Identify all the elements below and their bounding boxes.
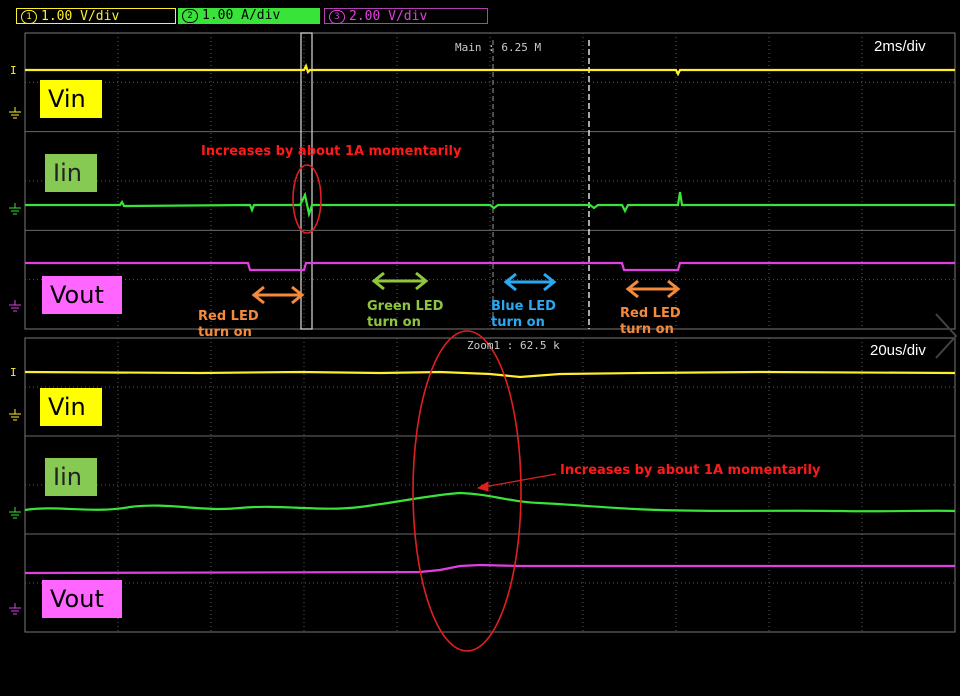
zoom-sample-label: Zoom1 : 62.5 k bbox=[467, 339, 560, 352]
channel-2-number: 2 bbox=[182, 9, 198, 23]
red-led-1-line-1: Red LED bbox=[198, 309, 259, 324]
main-timebase: 2ms/div bbox=[874, 38, 926, 55]
zoom-vin-trace bbox=[24, 370, 956, 379]
main-iin-label: Iin bbox=[45, 154, 97, 192]
zoom-vin-label: Vin bbox=[40, 388, 102, 426]
red-led-2-annotation: Red LED turn on bbox=[620, 306, 681, 338]
blue-led-line-2: turn on bbox=[491, 315, 545, 330]
green-led-annotation: Green LED turn on bbox=[367, 299, 443, 331]
spike-annotation-zoom: Increases by about 1A momentarily bbox=[560, 463, 821, 478]
channel-2-scale-text: 1.00 A/div bbox=[202, 8, 281, 23]
chevron-right-icon[interactable] bbox=[935, 313, 958, 359]
spike-highlight-zoom bbox=[412, 330, 522, 652]
main-sample-label: Main : 6.25 M bbox=[455, 41, 542, 54]
zoom-iin-label: Iin bbox=[45, 458, 97, 496]
red-led-1-annotation: Red LED turn on bbox=[198, 309, 259, 341]
zoom-vout-label: Vout bbox=[42, 580, 122, 618]
main-vout-label: Vout bbox=[42, 276, 122, 314]
spike-annotation-main: Increases by about 1A momentarily bbox=[201, 144, 462, 159]
svg-text:I: I bbox=[10, 366, 17, 379]
blue-led-line-1: Blue LED bbox=[491, 299, 556, 314]
svg-text:I: I bbox=[10, 64, 17, 77]
green-led-arrow bbox=[371, 271, 429, 291]
channel-1-number: 1 bbox=[21, 10, 37, 24]
oscilloscope-screen: I I 1 1.00 V/div 2 1.00 A/div 3 2.00 V/d… bbox=[0, 0, 960, 696]
channel-2-scale[interactable]: 2 1.00 A/div bbox=[178, 8, 320, 24]
blue-led-arrow bbox=[503, 272, 557, 292]
main-iin-trace bbox=[25, 191, 955, 219]
red-led-2-line-1: Red LED bbox=[620, 306, 681, 321]
channel-3-scale[interactable]: 3 2.00 V/div bbox=[324, 8, 488, 24]
red-led-2-line-2: turn on bbox=[620, 322, 674, 337]
channel-1-scale[interactable]: 1 1.00 V/div bbox=[16, 8, 176, 24]
channel-1-scale-text: 1.00 V/div bbox=[41, 9, 120, 24]
red-led-arrow-2 bbox=[625, 279, 681, 299]
zoom-vout-trace bbox=[24, 563, 955, 575]
blue-led-annotation: Blue LED turn on bbox=[491, 299, 556, 331]
ground-markers: I I bbox=[9, 64, 21, 615]
green-led-line-1: Green LED bbox=[367, 299, 444, 314]
zoom-timebase: 20us/div bbox=[870, 342, 926, 359]
red-led-1-line-2: turn on bbox=[198, 325, 252, 340]
red-led-arrow-1 bbox=[251, 285, 305, 305]
zoom-window-marker[interactable] bbox=[300, 32, 313, 330]
channel-3-number: 3 bbox=[329, 10, 345, 24]
main-vin-trace bbox=[25, 63, 955, 77]
main-vout-trace bbox=[25, 261, 955, 272]
spike-highlight-main bbox=[292, 164, 322, 234]
main-vin-label: Vin bbox=[40, 80, 102, 118]
green-led-line-2: turn on bbox=[367, 315, 421, 330]
channel-3-scale-text: 2.00 V/div bbox=[349, 9, 428, 24]
